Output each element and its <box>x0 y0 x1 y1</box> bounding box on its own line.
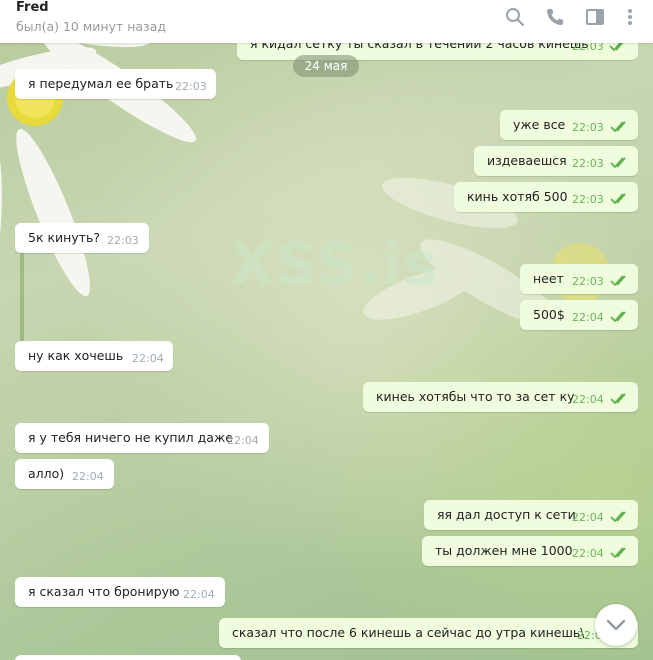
read-check-icon <box>610 511 626 523</box>
read-check-icon <box>610 311 626 323</box>
message-time: 22:03 <box>572 121 604 134</box>
chat-header: Fred был(а) 10 минут назад <box>0 0 653 43</box>
message-outgoing[interactable]: сказал что после 6 кинешь а сейчас до ут… <box>219 618 638 648</box>
message-time: 22:03 <box>572 157 604 170</box>
message-outgoing[interactable]: неет 22:03 <box>520 264 638 294</box>
phone-icon[interactable] <box>544 6 566 28</box>
watermark: XSS.is <box>230 230 439 298</box>
contact-last-seen: был(а) 10 минут назад <box>16 19 166 34</box>
message-text: я сказал что бронирую <box>28 584 180 599</box>
message-incoming[interactable]: я передумал ее брать 22:03 <box>15 69 216 99</box>
message-text: 500$ <box>533 307 565 322</box>
telegram-chat-window: XSS.is Fred был(а) 10 минут назад 24 мая… <box>0 0 653 660</box>
read-check-icon <box>610 547 626 559</box>
message-incoming[interactable]: я у тебя ничего не купил даже 22:04 <box>15 423 269 453</box>
message-outgoing[interactable]: кинеь хотябы что то за сет ку 22:04 <box>363 382 638 412</box>
read-check-icon <box>610 121 626 133</box>
message-outgoing[interactable]: ты должен мне 1000 22:04 <box>422 536 638 566</box>
chevron-down-icon <box>606 619 626 631</box>
message-text: 5к кинуть? <box>28 230 101 245</box>
message-time: 22:04 <box>227 434 259 447</box>
contact-name[interactable]: Fred <box>16 0 49 15</box>
message-text: кинеь хотябы что то за сет ку <box>376 389 575 404</box>
message-time: 22:03 <box>572 275 604 288</box>
message-time: 22:04 <box>72 470 104 483</box>
message-time: 22:03 <box>107 234 139 247</box>
message-text: кинь хотяб 500 <box>467 189 568 204</box>
message-incoming[interactable]: алло) 22:04 <box>15 459 114 489</box>
message-text: я у тебя ничего не купил даже <box>28 430 233 445</box>
scroll-to-bottom-button[interactable] <box>595 604 637 646</box>
message-incoming[interactable]: я сказал что бронирую 22:04 <box>15 577 225 607</box>
message-time: 22:04 <box>183 588 215 601</box>
read-check-icon <box>610 157 626 169</box>
message-outgoing[interactable]: уже все 22:03 <box>500 110 638 140</box>
message-text: алло) <box>28 466 65 481</box>
message-incoming[interactable]: 5к кинуть? 22:03 <box>15 223 149 253</box>
message-time: 22:04 <box>572 547 604 560</box>
message-text: ты должен мне 1000 <box>435 543 573 558</box>
message-text: я передумал ее брать <box>28 76 174 91</box>
message-text: неет <box>533 271 564 286</box>
read-check-icon <box>610 275 626 287</box>
message-time: 22:03 <box>175 80 207 93</box>
message-outgoing[interactable]: издеваешся 22:03 <box>474 146 638 176</box>
search-icon[interactable] <box>504 6 526 28</box>
message-time: 22:04 <box>572 393 604 406</box>
message-text: сказал что после 6 кинешь а сейчас до ут… <box>232 625 585 640</box>
message-text: ну как хочешь <box>28 348 124 363</box>
message-time: 22:04 <box>572 511 604 524</box>
more-vert-icon[interactable] <box>619 6 641 28</box>
message-incoming[interactable]: ну как хочешь 22:04 <box>15 341 173 371</box>
message-text: уже все <box>513 117 566 132</box>
sidebar-toggle-icon[interactable] <box>584 6 606 28</box>
message-time: 22:04 <box>572 311 604 324</box>
message-outgoing[interactable]: яя дал доступ к сети 22:04 <box>424 500 638 530</box>
message-time: 22:03 <box>572 193 604 206</box>
message-text: яя дал доступ к сети <box>437 507 576 522</box>
message-outgoing[interactable]: кинь хотяб 500 22:03 <box>454 182 638 212</box>
message-incoming-partial[interactable] <box>15 655 241 660</box>
message-outgoing[interactable]: 500$ 22:04 <box>520 300 638 330</box>
read-check-icon <box>610 193 626 205</box>
date-badge: 24 мая <box>293 55 359 77</box>
message-time: 22:04 <box>132 352 164 365</box>
read-check-icon <box>610 393 626 405</box>
message-text: издеваешся <box>487 153 567 168</box>
